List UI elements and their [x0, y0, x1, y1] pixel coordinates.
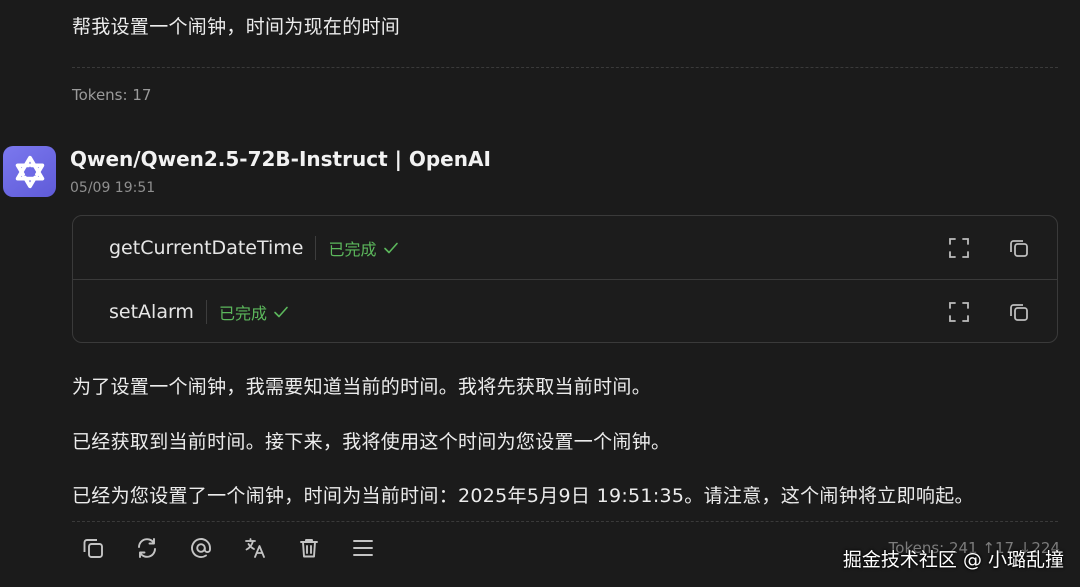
- expand-icon[interactable]: [947, 236, 971, 260]
- message-toolbar: [81, 534, 375, 562]
- menu-icon[interactable]: [351, 536, 375, 560]
- message-divider: [72, 521, 1058, 522]
- mention-icon[interactable]: [189, 536, 213, 560]
- tool-calls-panel: getCurrentDateTime 已完成 setAlarm 已完成: [72, 215, 1058, 343]
- tool-call-status: 已完成: [328, 236, 398, 260]
- user-message-text: 帮我设置一个闹钟，时间为现在的时间: [72, 16, 401, 38]
- refresh-icon[interactable]: [135, 536, 159, 560]
- qwen-logo-icon: [15, 155, 44, 188]
- assistant-paragraph: 已经获取到当前时间。接下来，我将使用这个时间为您设置一个闹钟。: [72, 431, 671, 453]
- tool-call-status: 已完成: [219, 300, 289, 324]
- tool-call-name: getCurrentDateTime: [109, 236, 304, 259]
- translate-icon[interactable]: [243, 536, 267, 560]
- chat-page: 帮我设置一个闹钟，时间为现在的时间 Tokens: 17 Qwen/Qwen2.…: [0, 0, 1080, 587]
- message-timestamp: 05/09 19:51: [70, 180, 156, 196]
- expand-icon[interactable]: [947, 300, 971, 324]
- tool-row-separator: [205, 299, 207, 324]
- tool-row-actions: [947, 280, 1031, 343]
- assistant-paragraph: 已经为您设置了一个闹钟，时间为当前时间：2025年5月9日 19:51:35。请…: [72, 485, 974, 507]
- checkmark-icon: [383, 242, 398, 253]
- copy-icon[interactable]: [81, 536, 105, 560]
- watermark-text: 掘金技术社区 @ 小璐乱撞: [842, 549, 1064, 571]
- tool-row-actions: [947, 216, 1031, 279]
- tool-status-label: 已完成: [328, 239, 377, 259]
- checkmark-icon: [274, 306, 288, 317]
- tool-call-row[interactable]: setAlarm 已完成: [73, 280, 1057, 343]
- tool-row-separator: [315, 235, 317, 260]
- model-avatar: [3, 146, 56, 197]
- copy-icon[interactable]: [1007, 236, 1031, 260]
- model-name: Qwen/Qwen2.5-72B-Instruct | OpenAI: [70, 147, 491, 171]
- assistant-paragraph: 为了设置一个闹钟，我需要知道当前的时间。我将先获取当前时间。: [72, 376, 652, 398]
- tool-status-label: 已完成: [218, 303, 267, 323]
- delete-icon[interactable]: [297, 536, 321, 560]
- tool-call-row[interactable]: getCurrentDateTime 已完成: [73, 216, 1057, 279]
- message-divider: [72, 67, 1058, 68]
- tool-call-name: setAlarm: [109, 300, 194, 323]
- copy-icon[interactable]: [1007, 300, 1031, 324]
- user-token-count: Tokens: 17: [72, 86, 152, 104]
